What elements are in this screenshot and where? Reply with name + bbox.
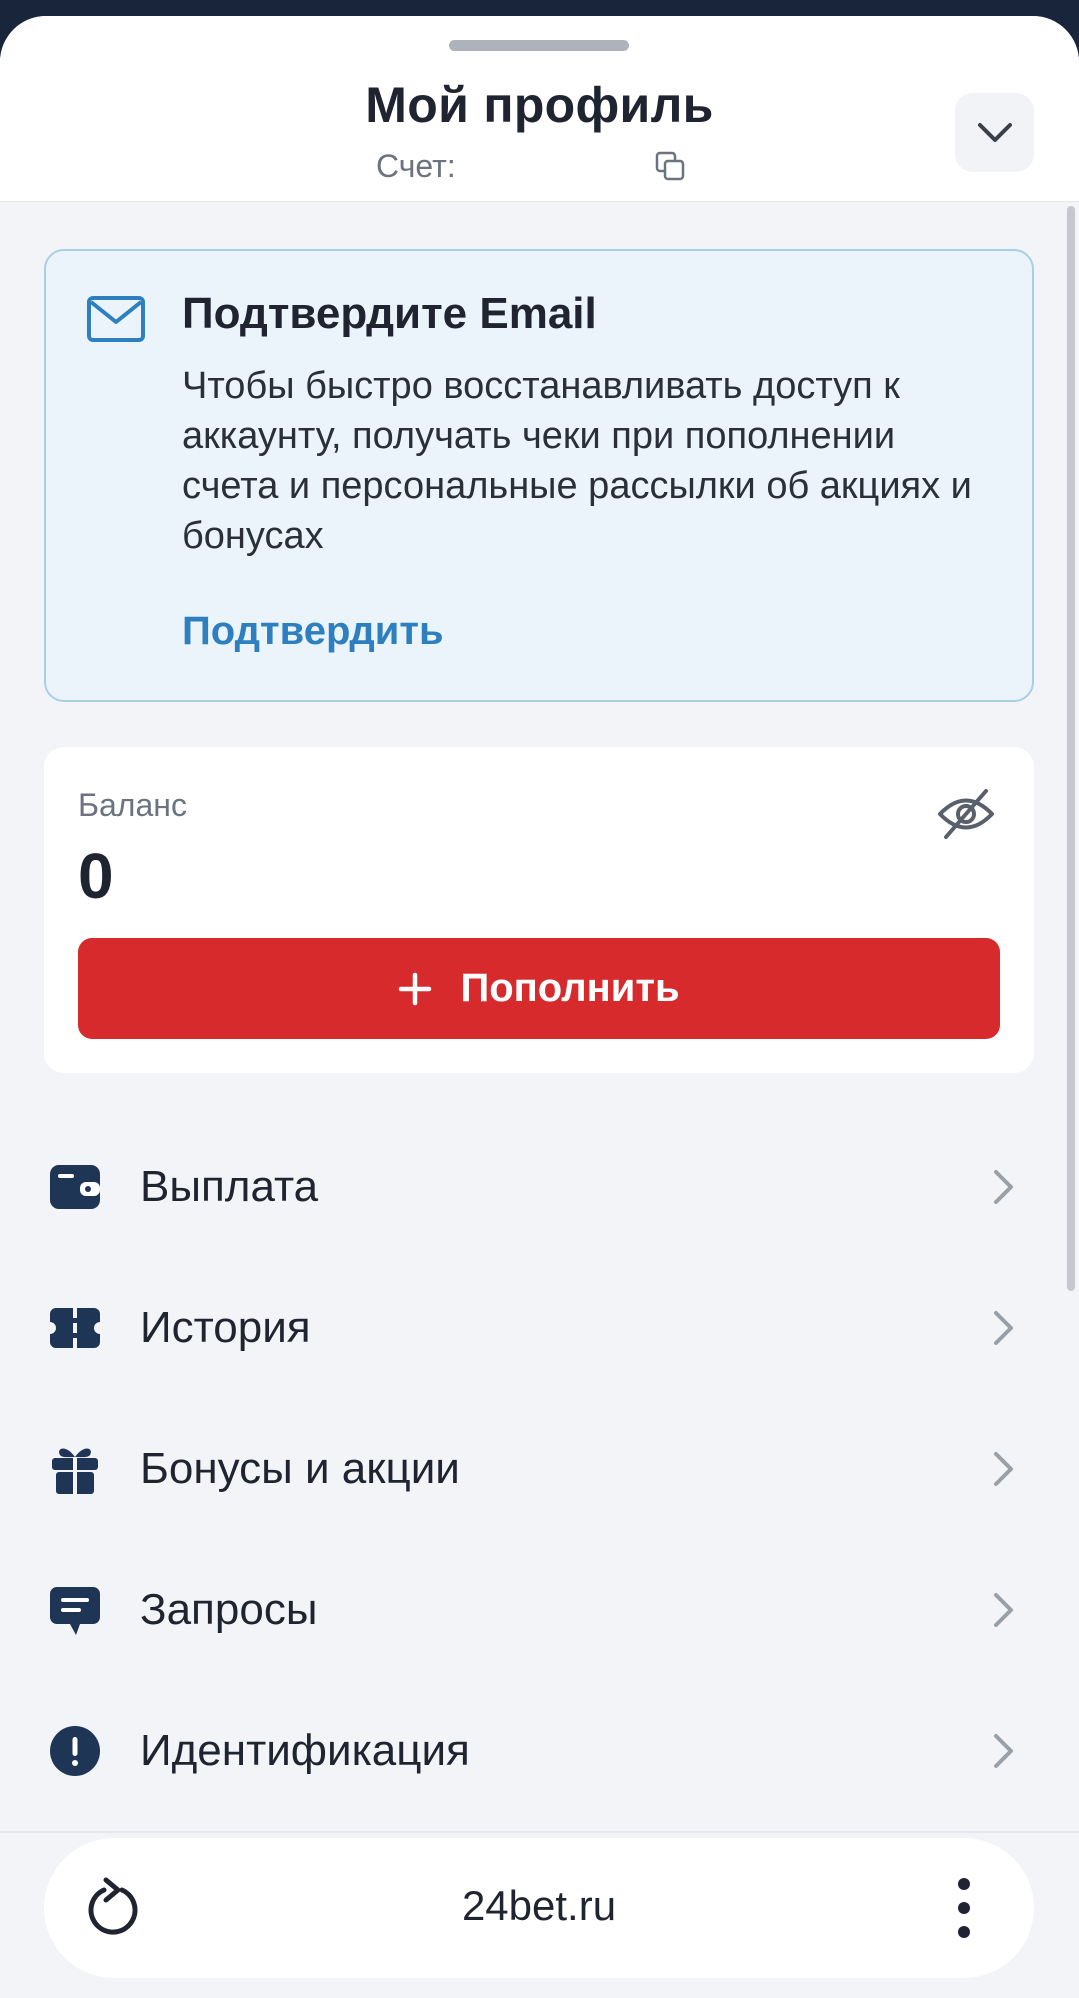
balance-card: Баланс 0 Пополнить [44,747,1034,1073]
copy-icon[interactable] [654,150,686,182]
drag-handle[interactable] [449,40,629,51]
balance-value: 0 [78,840,114,912]
confirm-email-link[interactable]: Подтвердить [182,609,444,654]
confirm-email-card: Подтвердите Email Чтобы быстро восстанав… [44,249,1034,702]
menu-item-payout[interactable]: Выплата [0,1116,1079,1257]
chevron-right-icon [994,1593,1013,1627]
menu-item-bonuses[interactable]: Бонусы и акции [0,1398,1079,1539]
mail-icon [87,296,145,342]
menu-item-label: Идентификация [140,1726,470,1775]
wallet-icon [50,1165,100,1209]
menu-item-label: История [140,1303,311,1352]
chevron-right-icon [994,1311,1013,1345]
plus-icon [399,972,432,1005]
chevron-down-icon [977,122,1012,142]
account-label: Счет: [376,148,456,184]
divider [0,1831,1079,1833]
browser-address-bar: 24bet.ru [44,1838,1034,1978]
menu-item-history[interactable]: История [0,1257,1079,1398]
topup-button[interactable]: Пополнить [78,938,1000,1039]
collapse-button[interactable] [955,93,1034,172]
profile-sheet: Мой профиль Счет: Подтвердите Email Чтоб… [0,16,1079,1998]
url-text[interactable]: 24bet.ru [44,1882,1034,1930]
gift-icon [52,1448,98,1494]
email-card-title: Подтвердите Email [182,289,597,338]
menu-item-label: Запросы [140,1585,318,1634]
balance-label: Баланс [78,787,187,823]
page-title: Мой профиль [365,77,714,133]
chevron-right-icon [994,1734,1013,1768]
eye-off-icon[interactable] [936,787,996,841]
chevron-right-icon [994,1170,1013,1204]
profile-header: Мой профиль Счет: [0,16,1079,202]
menu-item-label: Выплата [140,1162,319,1211]
more-vertical-icon[interactable] [954,1874,974,1942]
menu-item-identification[interactable]: Идентификация [0,1680,1079,1821]
topup-label: Пополнить [460,966,680,1010]
menu-item-label: Бонусы и акции [140,1444,460,1493]
chevron-right-icon [994,1452,1013,1486]
menu-item-requests[interactable]: Запросы [0,1539,1079,1680]
email-card-text: Чтобы быстро восстанавливать доступ к ак… [182,365,972,557]
alert-icon [50,1726,100,1776]
ticket-icon [50,1308,100,1348]
chat-icon [50,1587,100,1635]
